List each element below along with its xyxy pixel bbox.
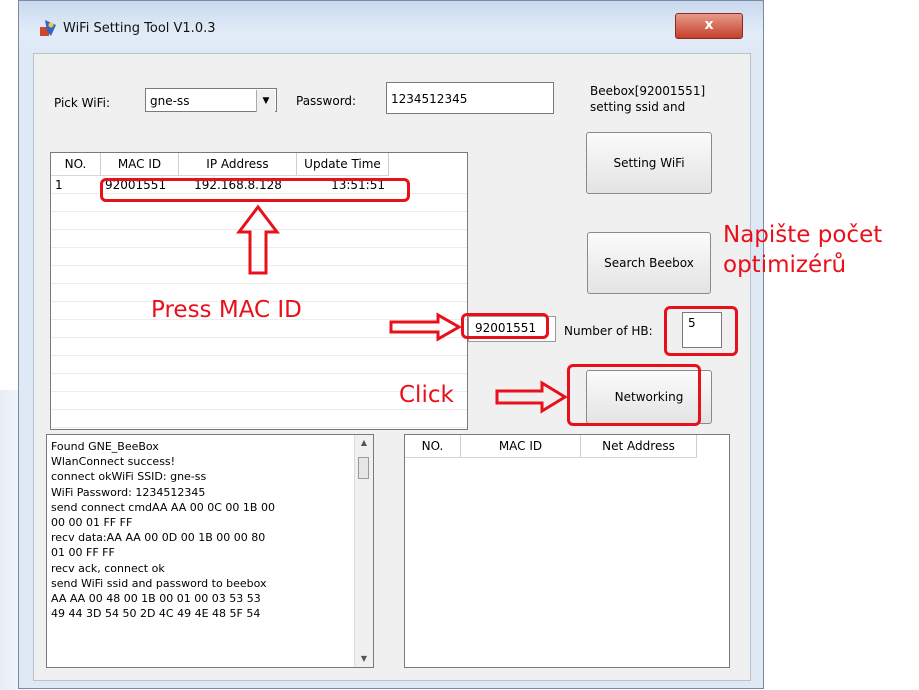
search-beebox-button[interactable]: Search Beebox — [587, 232, 711, 294]
col-no[interactable]: NO. — [405, 435, 461, 457]
close-button[interactable]: x — [675, 13, 743, 39]
highlight-device-row — [100, 178, 410, 202]
app-icon — [39, 19, 57, 37]
net-address-list[interactable]: NO. MAC ID Net Address — [404, 434, 730, 668]
chevron-down-icon[interactable]: ▼ — [256, 90, 275, 112]
highlight-hb-count — [664, 306, 738, 356]
arrow-right-icon — [495, 380, 568, 414]
info-text-line1: Beebox[92001551] — [590, 84, 706, 98]
wifi-select[interactable]: gne-ss ▼ — [145, 88, 277, 112]
close-icon: x — [704, 17, 714, 33]
highlight-selected-mac — [461, 313, 549, 339]
annotation-click: Click — [399, 382, 454, 408]
info-text-line2: setting ssid and — [590, 100, 686, 114]
log-line: 49 44 3D 54 50 2D 4C 49 4E 48 5F 54 — [51, 607, 261, 621]
scroll-down-icon[interactable]: ▼ — [355, 651, 373, 667]
annotation-count-line1: Napište počet — [723, 222, 883, 248]
scroll-up-icon[interactable]: ▲ — [355, 435, 373, 451]
col-no[interactable]: NO. — [51, 153, 101, 175]
col-net-address[interactable]: Net Address — [581, 435, 697, 457]
password-value: 1234512345 — [391, 92, 468, 106]
log-textarea[interactable]: Found GNE_BeeBox WlanConnect success! co… — [46, 434, 374, 668]
log-line: Found GNE_BeeBox — [51, 440, 159, 453]
setting-wifi-button[interactable]: Setting WiFi — [586, 132, 712, 194]
wifi-select-value: gne-ss — [150, 94, 190, 108]
cell-no: 1 — [55, 178, 63, 192]
window-title: WiFi Setting Tool V1.0.3 — [63, 21, 216, 36]
device-list-header: NO. MAC ID IP Address Update Time — [51, 153, 389, 176]
arrow-right-icon — [389, 312, 462, 342]
col-mac-id[interactable]: MAC ID — [101, 153, 179, 175]
log-line: WiFi Password: 1234512345 — [51, 485, 206, 499]
net-list-header: NO. MAC ID Net Address — [405, 435, 697, 458]
password-label: Password: — [296, 94, 357, 108]
log-line: send connect cmdAA AA 00 0C 00 1B 00 — [51, 500, 275, 514]
log-line: send WiFi ssid and password to beebox — [51, 576, 267, 590]
annotation-count-line2: optimizérů — [723, 252, 847, 278]
pick-wifi-label: Pick WiFi: — [54, 96, 111, 110]
arrow-up-icon — [236, 204, 280, 275]
log-line: 00 00 01 FF FF — [51, 516, 133, 530]
password-input[interactable]: 1234512345 — [386, 82, 554, 114]
log-lines: Found GNE_BeeBox WlanConnect success! co… — [51, 439, 351, 621]
annotation-press-mac-id: Press MAC ID — [151, 297, 302, 323]
log-line: recv data:AA AA 00 0D 00 1B 00 00 80 — [51, 531, 266, 545]
col-mac-id[interactable]: MAC ID — [461, 435, 581, 457]
scroll-thumb[interactable] — [358, 457, 369, 479]
number-of-hb-label: Number of HB: — [564, 324, 653, 338]
log-line: WlanConnect success! — [51, 455, 176, 469]
log-line: AA AA 00 48 00 1B 00 01 00 03 53 53 — [51, 592, 261, 606]
log-line: 01 00 FF FF — [51, 546, 115, 560]
log-line: connect okWiFi SSID: gne-ss — [51, 470, 207, 484]
log-line: recv ack, connect ok — [51, 561, 165, 575]
highlight-networking-button — [567, 364, 701, 426]
log-scrollbar[interactable]: ▲ ▼ — [354, 435, 373, 667]
col-update-time[interactable]: Update Time — [297, 153, 389, 175]
app-window: WiFi Setting Tool V1.0.3 x Pick WiFi: gn… — [18, 0, 764, 689]
col-ip-address[interactable]: IP Address — [179, 153, 297, 175]
title-bar: WiFi Setting Tool V1.0.3 x — [19, 1, 763, 53]
